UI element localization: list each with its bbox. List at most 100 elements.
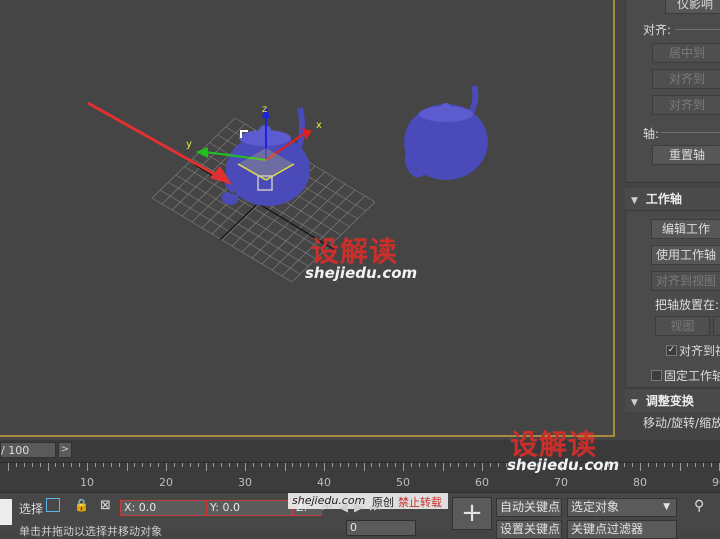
ruler-tick [331,463,333,467]
reset-pivot-button[interactable]: 重置轴 [652,145,720,165]
ruler-tick [189,463,191,467]
ruler-tick [442,463,444,471]
ruler-label: 90 [712,476,720,489]
ruler-tick [87,463,88,471]
ruler-tick [687,463,689,467]
ruler-label: 80 [633,476,647,489]
search-icon[interactable]: ⚲ [694,498,704,514]
ruler-tick [355,463,357,467]
align-to-object-button[interactable]: 对齐到 [652,69,720,89]
x-coordinate-field[interactable]: X: 0.0 [120,500,208,516]
ruler-tick [47,463,49,471]
watermark-forbid: 禁止转载 [398,496,442,509]
ruler-tick [458,463,460,467]
selection-set-dropdown[interactable]: 选定对象 ▼ [567,498,677,517]
use-working-pivot-button[interactable]: 使用工作轴 [651,245,720,265]
align-to-world-button[interactable]: 对齐到 [652,95,720,115]
ruler-tick [31,463,33,467]
move-rotate-scale-label: 移动/旋转/缩放 [643,416,720,430]
viewport-scene: x y z [87,85,488,283]
edit-working-pivot-button[interactable]: 编辑工作 [651,219,720,239]
ruler-tick [640,463,641,471]
ruler-tick [94,463,96,467]
ruler-tick [655,463,657,467]
prompt-line: 单击并拖动以选择并移动对象 [19,525,162,538]
ruler-tick [118,463,120,467]
key-filters-button[interactable]: 关键点过滤器 [567,520,677,539]
ruler-tick [647,463,649,467]
working-pivot-rollout-header[interactable]: ▼ 工作轴 [625,188,720,210]
teapot-copy [404,85,488,180]
ruler-tick [260,463,262,467]
ruler-tick [695,463,697,467]
adjust-transform-title: 调整变换 [645,394,694,408]
ruler-tick [324,463,325,471]
ruler-tick [371,463,373,467]
ruler-tick [205,463,207,471]
ruler-tick [474,463,476,467]
ruler-tick [150,463,152,467]
ruler-tick [237,463,239,467]
gizmo-z-label: z [262,104,267,115]
status-bar: 选择 🔒 ⊠ X: 0.0 Y: 0.0 Z: shejiedu.com 原创 … [0,492,720,539]
y-coordinate-field[interactable]: Y: 0.0 [206,500,292,516]
ruler-label: 30 [238,476,252,489]
add-key-button[interactable]: + [452,497,492,530]
absolute-mode-icon[interactable]: ⊠ [100,498,111,513]
ruler-tick [229,463,231,467]
ruler-tick [213,463,215,467]
annotation-arrow [87,101,232,185]
adjust-transform-rollout-header[interactable]: ▼ 调整变换 [625,390,720,412]
gizmo-x-label: x [316,120,322,131]
ruler-tick [308,463,310,467]
view-button[interactable]: 视图 [655,316,710,336]
ruler-tick [482,463,483,471]
place-pivot-label: 把轴放置在: [655,298,720,312]
align-to-view-checkbox[interactable]: ✓ [666,345,677,356]
frame-counter[interactable]: / 100 [0,442,56,458]
chevron-down-icon: ▼ [663,502,670,512]
axis-divider [661,132,720,133]
isolate-selection-icon[interactable] [46,498,60,512]
affect-only-button[interactable]: 仅影响 [665,0,720,14]
ruler-tick [624,463,626,467]
perspective-viewport[interactable]: x y z 设解读 shejiedu.com [0,0,615,437]
ruler-tick [197,463,199,467]
ruler-tick [173,463,175,467]
ruler-label: 70 [554,476,568,489]
ruler-tick [39,463,41,467]
ruler-tick [418,463,420,467]
ruler-tick [134,463,136,467]
ruler-tick [79,463,81,467]
align-divider [675,29,720,30]
ruler-tick [489,463,491,467]
axis-label: 轴: [643,127,660,141]
ruler-tick [426,463,428,467]
bottom-watermark-url: shejiedu.com [507,456,620,474]
current-frame-field[interactable]: 0 [346,520,416,536]
auto-key-button[interactable]: 自动关键点 [496,498,562,517]
ruler-tick [450,463,452,467]
ruler-tick [8,463,9,471]
surface-button[interactable] [713,316,720,336]
collapse-triangle-icon: ▼ [631,398,638,408]
playback-controls[interactable]: ⏮◀▶⏭ [322,500,386,515]
lock-working-pivot-checkbox[interactable] [651,370,662,381]
next-frame-button[interactable]: > [58,442,72,458]
command-panel: 仅影响 对齐: 居中到 对齐到 对齐到 轴: 重置轴 ▼ 工作轴 编辑工作 使用工… [615,0,720,437]
ruler-tick [102,463,104,467]
ruler-tick [632,463,634,467]
ruler-tick [292,463,294,467]
ruler-tick [395,463,397,467]
set-key-button[interactable]: 设置关键点 [496,520,562,539]
align-to-view-button[interactable]: 对齐到视图 [651,271,720,291]
ruler-tick [245,463,246,471]
center-to-object-button[interactable]: 居中到 [652,43,720,63]
lock-selection-icon[interactable]: 🔒 [74,498,89,512]
align-label: 对齐: [643,23,672,37]
ruler-tick [387,463,389,467]
x-label: X: [124,501,136,514]
ruler-tick [252,463,254,467]
ruler-tick [55,463,57,467]
maxscript-listener[interactable] [0,499,12,525]
